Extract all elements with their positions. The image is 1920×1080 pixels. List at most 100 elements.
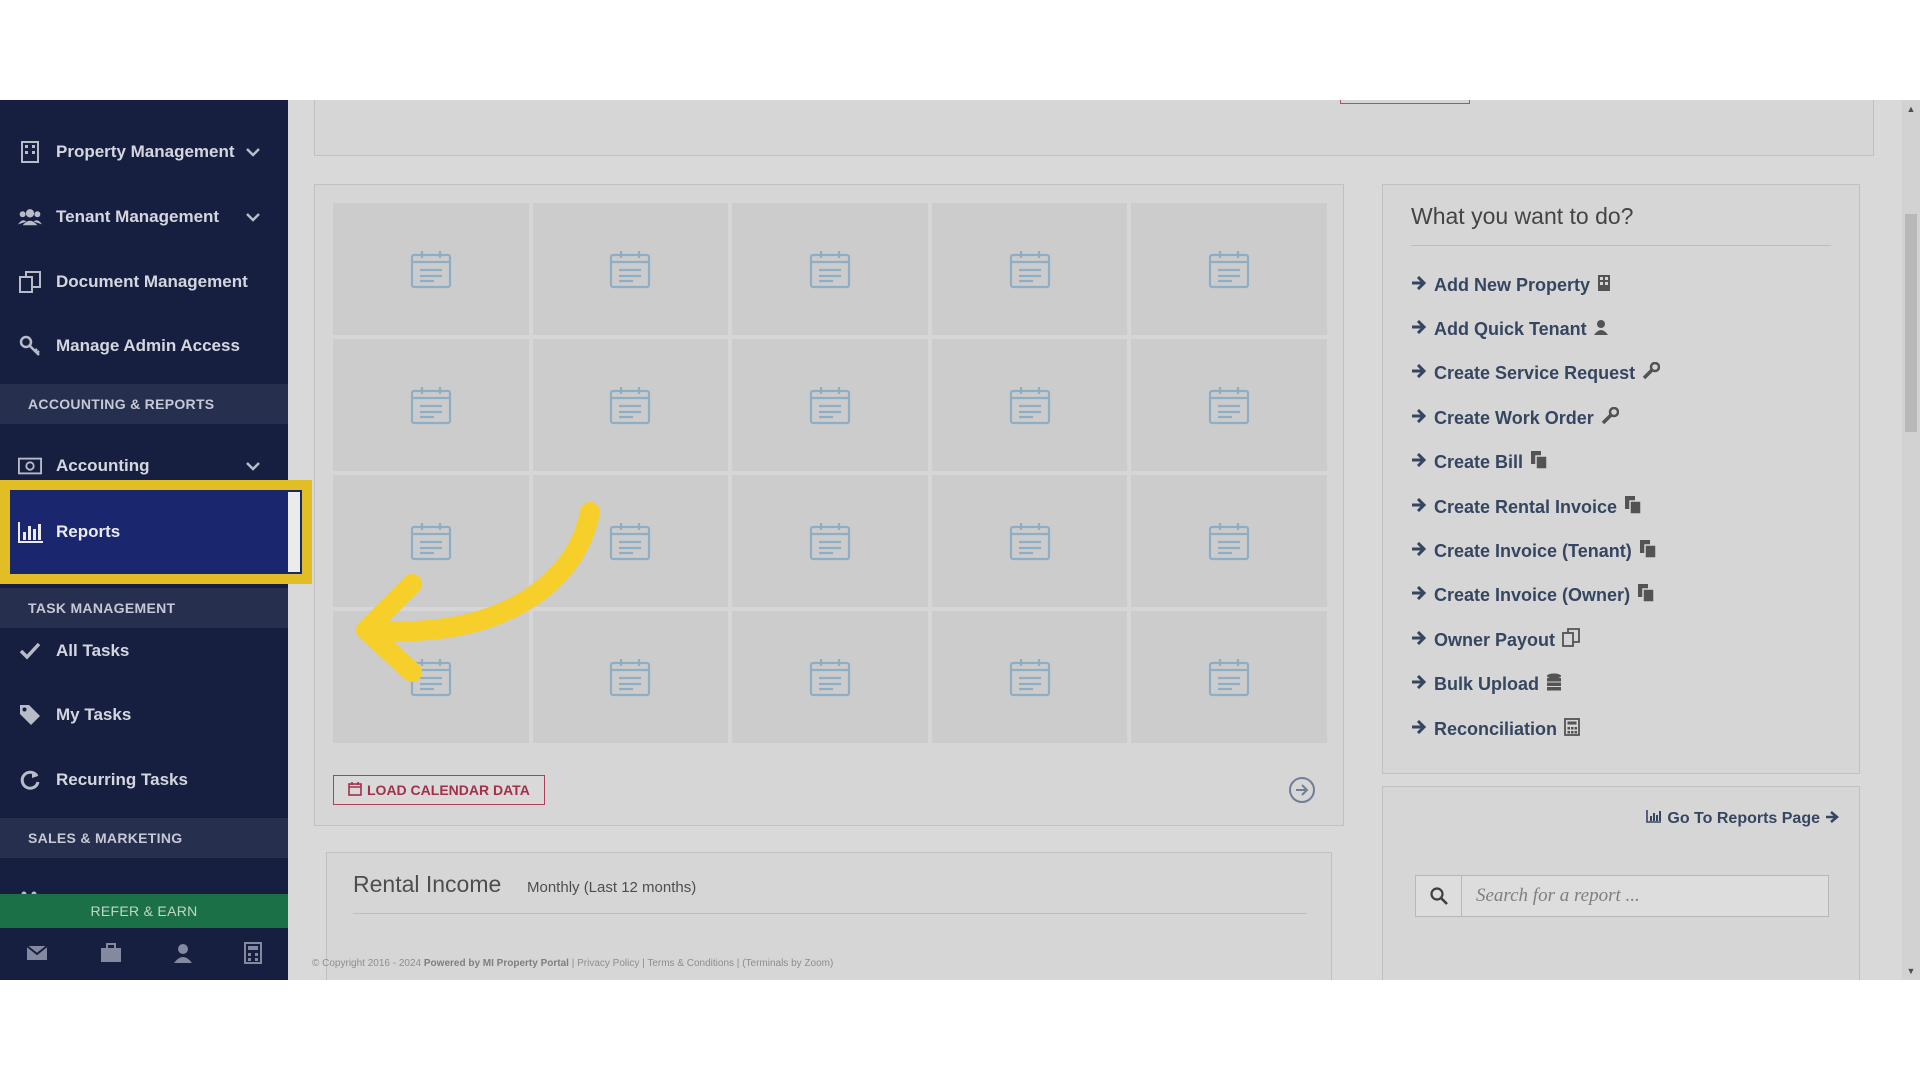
calendar-day-cell[interactable] bbox=[931, 203, 1128, 335]
sidebar-item-recurring-tasks[interactable]: Recurring Tasks bbox=[0, 748, 288, 812]
arrow-right-icon bbox=[1411, 719, 1427, 739]
sidebar-item-all-tasks[interactable]: All Tasks bbox=[0, 619, 288, 683]
arrow-right-icon bbox=[1411, 275, 1427, 295]
vertical-scrollbar[interactable]: ▲ ▼ bbox=[1902, 100, 1920, 980]
sidebar-item-label: My Tasks bbox=[56, 705, 132, 724]
calendar-day-cell[interactable] bbox=[732, 475, 928, 607]
go-to-reports-link[interactable]: Go To Reports Page bbox=[1646, 809, 1840, 828]
calendar-day-cell[interactable] bbox=[532, 203, 729, 335]
briefcase-icon[interactable] bbox=[100, 942, 122, 968]
calendar-day-cell[interactable] bbox=[732, 203, 928, 335]
quick-action-label: Create Invoice (Owner) bbox=[1434, 585, 1631, 606]
database-icon bbox=[1546, 673, 1562, 696]
calendar-note-icon bbox=[809, 523, 851, 561]
sidebar-item-reports[interactable]: Reports bbox=[10, 492, 300, 572]
calendar-note-icon bbox=[809, 659, 851, 697]
quick-action-add-quick-tenant[interactable]: Add Quick Tenant bbox=[1411, 315, 1608, 343]
quick-action-create-invoice-tenant[interactable]: Create Invoice (Tenant) bbox=[1411, 537, 1657, 565]
quick-action-create-bill[interactable]: Create Bill bbox=[1411, 449, 1548, 477]
rental-income-title: Rental Income bbox=[353, 871, 502, 897]
calendar-day-cell[interactable] bbox=[1131, 339, 1327, 471]
arrow-right-icon bbox=[1411, 675, 1427, 694]
quick-action-label: Add Quick Tenant bbox=[1434, 318, 1587, 339]
arrow-right-icon bbox=[1411, 364, 1427, 383]
privacy-policy-link[interactable]: Privacy Policy bbox=[577, 958, 639, 969]
load-calendar-label: LOAD CALENDAR DATA bbox=[367, 782, 530, 798]
quick-action-create-work-order[interactable]: Create Work Order bbox=[1411, 404, 1619, 432]
reports-highlight-frame: Reports bbox=[0, 480, 312, 584]
user-icon[interactable] bbox=[174, 943, 192, 968]
powered-by-link[interactable]: Powered by MI Property Portal bbox=[424, 958, 569, 969]
quick-action-label: Create Rental Invoice bbox=[1434, 496, 1618, 517]
quick-actions-panel: What you want to do? Add New Property Add… bbox=[1382, 184, 1860, 774]
report-search-box bbox=[1415, 875, 1829, 917]
calendar-note-icon bbox=[1009, 251, 1050, 289]
calendar-day-cell[interactable] bbox=[931, 475, 1128, 607]
quick-action-owner-payout[interactable]: Owner Payout bbox=[1411, 626, 1580, 654]
calendar-day-cell[interactable] bbox=[333, 203, 529, 335]
calendar-day-cell[interactable] bbox=[732, 339, 928, 471]
user-icon bbox=[1593, 319, 1608, 340]
calendar-day-cell[interactable] bbox=[1131, 611, 1327, 743]
arrow-right-icon bbox=[1411, 586, 1427, 605]
building-icon bbox=[1597, 274, 1611, 297]
quick-action-add-new-property[interactable]: Add New Property bbox=[1411, 271, 1611, 299]
arrow-right-circle-icon[interactable] bbox=[1289, 777, 1315, 803]
partial-icon bbox=[20, 884, 50, 897]
calendar-day-cell[interactable] bbox=[1131, 203, 1327, 335]
sidebar-item-label: Reports bbox=[56, 522, 121, 541]
calendar-icon bbox=[348, 781, 362, 799]
calendar-day-cell[interactable] bbox=[1131, 475, 1327, 607]
refer-and-earn-button[interactable]: REFER & EARN bbox=[0, 894, 288, 928]
envelope-icon[interactable] bbox=[26, 944, 48, 966]
calculator-icon[interactable] bbox=[244, 941, 262, 969]
divider bbox=[1411, 245, 1831, 246]
users-icon bbox=[18, 205, 42, 229]
top-summary-panel bbox=[314, 100, 1874, 156]
sidebar-item-tenant-management[interactable]: Tenant Management bbox=[0, 185, 288, 249]
sidebar-footer-toolbar bbox=[0, 930, 288, 980]
scroll-down-arrow-icon[interactable]: ▼ bbox=[1902, 962, 1920, 980]
load-calendar-data-button[interactable]: LOAD CALENDAR DATA bbox=[333, 775, 545, 805]
chevron-down-icon bbox=[246, 456, 260, 476]
divider bbox=[353, 913, 1307, 914]
scroll-thumb[interactable] bbox=[1905, 214, 1917, 432]
sidebar-item-property-management[interactable]: Property Management bbox=[0, 120, 288, 184]
arrow-right-icon bbox=[1411, 319, 1427, 339]
quick-action-bulk-upload[interactable]: Bulk Upload bbox=[1411, 671, 1562, 699]
key-icon bbox=[18, 334, 42, 358]
wrench-icon bbox=[1601, 406, 1619, 430]
calendar-day-cell[interactable] bbox=[732, 611, 928, 743]
sidebar-item-manage-admin-access[interactable]: Manage Admin Access bbox=[0, 314, 288, 378]
quick-action-reconciliation[interactable]: Reconciliation bbox=[1411, 715, 1580, 743]
arrow-right-icon bbox=[1411, 630, 1427, 650]
quick-action-create-invoice-owner[interactable]: Create Invoice (Owner) bbox=[1411, 582, 1655, 610]
sidebar-item-document-management[interactable]: Document Management bbox=[0, 250, 288, 314]
copy-outline-icon bbox=[1562, 627, 1580, 653]
copy-icon bbox=[1639, 539, 1657, 564]
quick-action-label: Bulk Upload bbox=[1434, 674, 1540, 695]
sidebar-item-label: All Tasks bbox=[56, 641, 130, 660]
quick-action-label: Create Service Request bbox=[1434, 363, 1636, 384]
app-window: Property Management Tenant Management Do… bbox=[0, 100, 1920, 980]
search-icon[interactable] bbox=[1416, 876, 1462, 916]
scroll-up-arrow-icon[interactable]: ▲ bbox=[1902, 100, 1920, 118]
check-icon bbox=[18, 639, 42, 663]
sidebar-item-label: Recurring Tasks bbox=[56, 770, 188, 789]
quick-action-label: Create Bill bbox=[1434, 452, 1524, 473]
sidebar-item-label: Manage Admin Access bbox=[56, 336, 240, 355]
quick-action-create-rental-invoice[interactable]: Create Rental Invoice bbox=[1411, 493, 1642, 521]
report-search-input[interactable] bbox=[1462, 876, 1828, 916]
quick-action-create-service-request[interactable]: Create Service Request bbox=[1411, 360, 1661, 388]
sidebar-item-my-tasks[interactable]: My Tasks bbox=[0, 683, 288, 747]
sidebar-item-label: Accounting bbox=[56, 456, 150, 475]
quick-action-label: Owner Payout bbox=[1434, 629, 1556, 650]
calculator-icon bbox=[1564, 717, 1580, 741]
bar-chart-icon bbox=[18, 519, 44, 545]
chevron-down-icon bbox=[246, 207, 260, 227]
sidebar-item-label: Property Management bbox=[56, 142, 235, 161]
calendar-day-cell[interactable] bbox=[931, 339, 1128, 471]
terms-link[interactable]: Terms & Conditions bbox=[647, 958, 734, 969]
go-to-reports-label: Go To Reports Page bbox=[1667, 809, 1820, 827]
calendar-day-cell[interactable] bbox=[931, 611, 1128, 743]
